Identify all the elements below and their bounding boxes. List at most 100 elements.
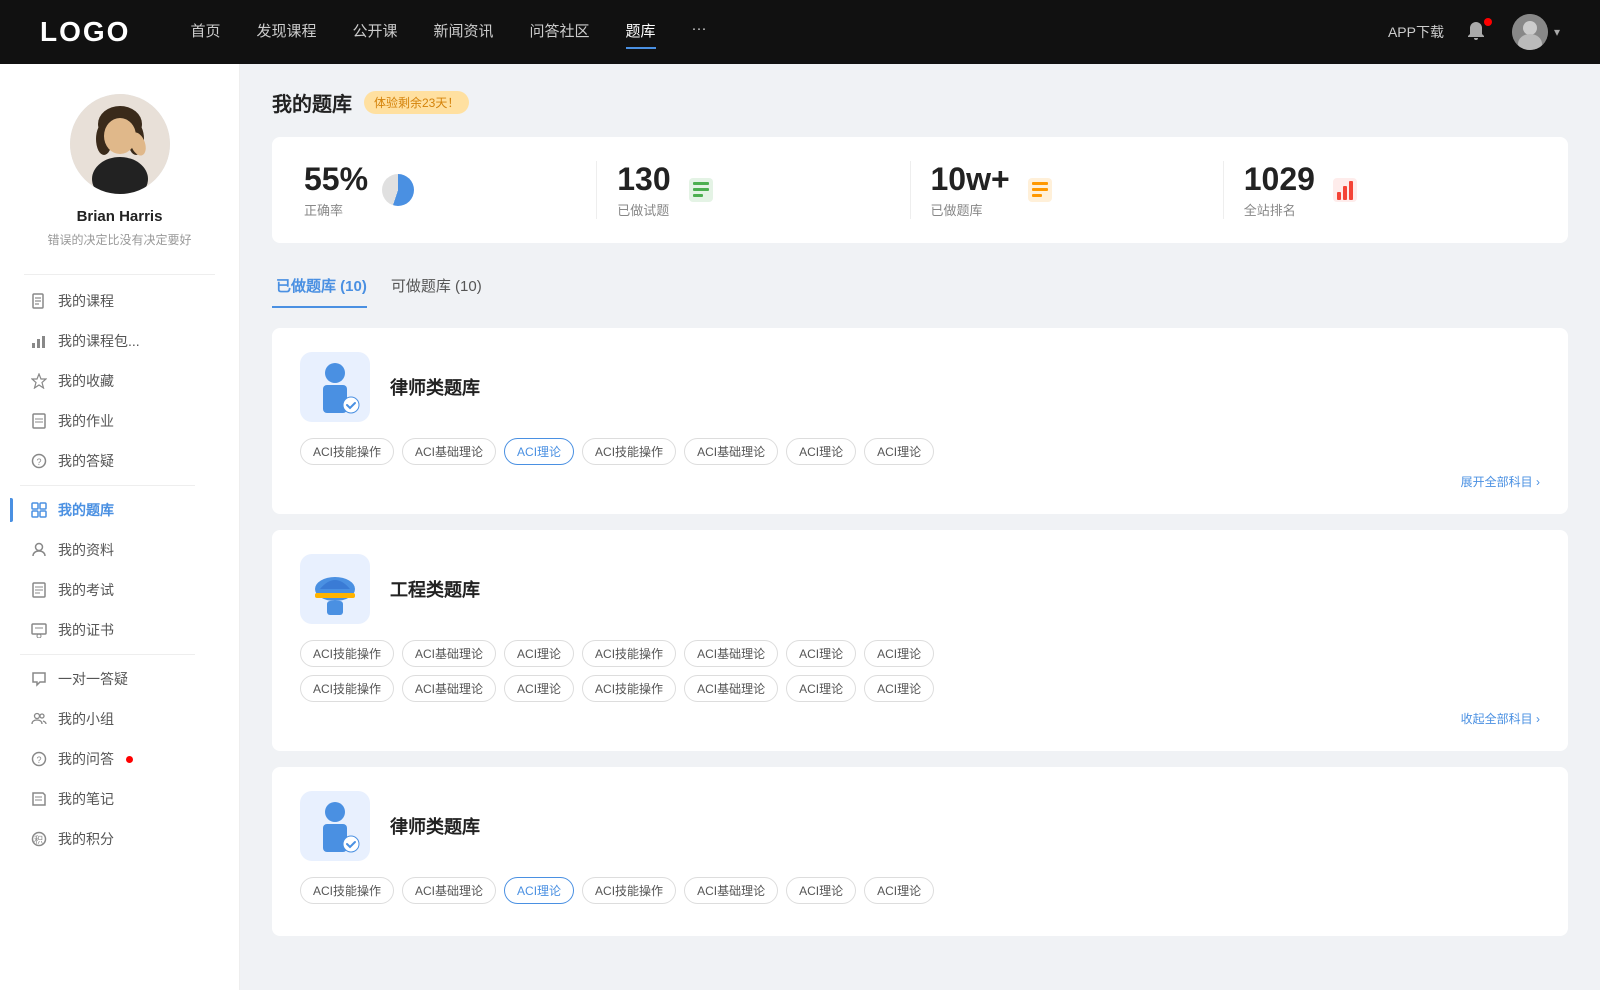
tag-item[interactable]: ACI基础理论 [402,438,496,465]
stat-done-value: 130 [617,161,670,198]
nav-more[interactable]: ··· [692,20,707,45]
help-icon: ? [30,452,48,470]
sidebar: Brian Harris 错误的决定比没有决定要好 我的课程 我的课程包... [0,64,240,990]
sidebar-item-one-on-one[interactable]: 一对一答疑 [10,659,229,699]
tag-item[interactable]: ACI技能操作 [582,640,676,667]
tag-item[interactable]: ACI基础理论 [684,877,778,904]
user-avatar-menu[interactable]: ▾ [1512,14,1560,50]
tab-todo-banks[interactable]: 可做题库 (10) [387,267,502,308]
tag-item[interactable]: ACI技能操作 [300,675,394,702]
sidebar-item-qa[interactable]: ? 我的答疑 [10,441,229,481]
tag-item[interactable]: ACI技能操作 [582,438,676,465]
tag-item[interactable]: ACI理论 [864,675,934,702]
tag-item-active[interactable]: ACI理论 [504,438,574,465]
stat-banks-value: 10w+ [931,161,1010,198]
tag-item[interactable]: ACI基础理论 [402,640,496,667]
stats-bar: 55% 正确率 130 已做试题 [272,137,1568,243]
tag-item[interactable]: ACI技能操作 [582,675,676,702]
sidebar-label-qa: 我的答疑 [58,451,114,471]
bank-card-lawyer-header: 律师类题库 [300,352,1540,422]
nav-qa[interactable]: 问答社区 [530,20,590,45]
sidebar-item-points[interactable]: 积 我的积分 [10,819,229,859]
tag-item[interactable]: ACI基础理论 [402,877,496,904]
bank-card-engineer-header: 工程类题库 [300,554,1540,624]
nav-questions[interactable]: 题库 [626,20,656,45]
notification-dot [1484,18,1492,26]
sidebar-label-courses: 我的课程 [58,291,114,311]
sidebar-item-exams[interactable]: 我的考试 [10,570,229,610]
tab-done-banks[interactable]: 已做题库 (10) [272,267,387,308]
tag-item[interactable]: ACI理论 [504,675,574,702]
svg-text:?: ? [37,457,42,467]
tag-item[interactable]: ACI技能操作 [300,640,394,667]
logo[interactable]: LOGO [40,16,130,48]
notification-bell[interactable] [1464,18,1492,46]
app-download-link[interactable]: APP下载 [1388,22,1444,42]
expand-link-lawyer[interactable]: 展开全部科目 › [300,473,1540,490]
pie-chart-icon [380,172,416,208]
sidebar-label-questions-list: 我的问答 [58,749,114,769]
bank-card-lawyer-2: 律师类题库 ACI技能操作 ACI基础理论 ACI理论 ACI技能操作 ACI基… [272,767,1568,936]
sidebar-item-courses[interactable]: 我的课程 [10,281,229,321]
book-green-icon [683,172,719,208]
tag-item[interactable]: ACI基础理论 [684,640,778,667]
sidebar-item-groups[interactable]: 我的小组 [10,699,229,739]
file-icon [30,292,48,310]
tag-item[interactable]: ACI理论 [864,438,934,465]
sidebar-item-questions-list[interactable]: ? 我的问答 [10,739,229,779]
lawyer-2-icon [300,791,370,861]
sidebar-label-certs: 我的证书 [58,620,114,640]
tag-item[interactable]: ACI理论 [864,640,934,667]
nav-home[interactable]: 首页 [190,20,220,45]
book-orange-icon [1022,172,1058,208]
doc-icon [30,412,48,430]
bank-card-engineer-title: 工程类题库 [390,576,480,602]
tag-item-active[interactable]: ACI理论 [504,877,574,904]
note-icon [30,790,48,808]
sidebar-item-certs[interactable]: 我的证书 [10,610,229,650]
svg-text:?: ? [37,755,42,765]
bank-card-lawyer: 律师类题库 ACI技能操作 ACI基础理论 ACI理论 ACI技能操作 ACI基… [272,328,1568,514]
grid-icon [30,501,48,519]
nav-open-course[interactable]: 公开课 [352,20,397,45]
stat-accuracy-values: 55% 正确率 [304,161,368,219]
sidebar-item-favorites[interactable]: 我的收藏 [10,361,229,401]
bank-card-lawyer-2-tags: ACI技能操作 ACI基础理论 ACI理论 ACI技能操作 ACI基础理论 AC… [300,877,1540,904]
tabs-bar: 已做题库 (10) 可做题库 (10) [272,267,1568,308]
chat-icon [30,670,48,688]
tag-item[interactable]: ACI基础理论 [684,438,778,465]
bar-red-icon [1327,172,1363,208]
sidebar-item-notes[interactable]: 我的笔记 [10,779,229,819]
collapse-link-engineer[interactable]: 收起全部科目 › [300,710,1540,727]
tag-item[interactable]: ACI理论 [786,675,856,702]
group-icon [30,710,48,728]
tag-item[interactable]: ACI基础理论 [402,675,496,702]
tag-item[interactable]: ACI技能操作 [582,877,676,904]
sidebar-item-course-packages[interactable]: 我的课程包... [10,321,229,361]
stat-accuracy: 55% 正确率 [304,161,597,219]
sidebar-label-packages: 我的课程包... [58,331,140,351]
nav-discover[interactable]: 发现课程 [256,20,316,45]
tag-item[interactable]: ACI理论 [864,877,934,904]
tag-item[interactable]: ACI基础理论 [684,675,778,702]
tag-item[interactable]: ACI技能操作 [300,438,394,465]
tag-item[interactable]: ACI技能操作 [300,877,394,904]
tag-item[interactable]: ACI理论 [504,640,574,667]
top-navigation: LOGO 首页 发现课程 公开课 新闻资讯 问答社区 题库 ··· APP下载 … [0,0,1600,64]
bank-card-engineer-tags-2: ACI技能操作 ACI基础理论 ACI理论 ACI技能操作 ACI基础理论 AC… [300,675,1540,702]
qa-dot-badge [126,756,133,763]
tag-item[interactable]: ACI理论 [786,438,856,465]
sidebar-item-homework[interactable]: 我的作业 [10,401,229,441]
tag-item[interactable]: ACI理论 [786,640,856,667]
sidebar-label-profile: 我的资料 [58,540,114,560]
trial-badge: 体验剩余23天！ [364,91,469,114]
nav-news[interactable]: 新闻资讯 [434,20,494,45]
sidebar-item-profile[interactable]: 我的资料 [10,530,229,570]
sidebar-label-points: 我的积分 [58,829,114,849]
sidebar-item-questions[interactable]: 我的题库 [10,490,229,530]
star-icon [30,372,48,390]
main-content: 我的题库 体验剩余23天！ 55% 正确率 130 已做试题 [240,64,1600,990]
tag-item[interactable]: ACI理论 [786,877,856,904]
sidebar-divider-top [24,274,215,275]
bank-card-engineer: 工程类题库 ACI技能操作 ACI基础理论 ACI理论 ACI技能操作 ACI基… [272,530,1568,751]
